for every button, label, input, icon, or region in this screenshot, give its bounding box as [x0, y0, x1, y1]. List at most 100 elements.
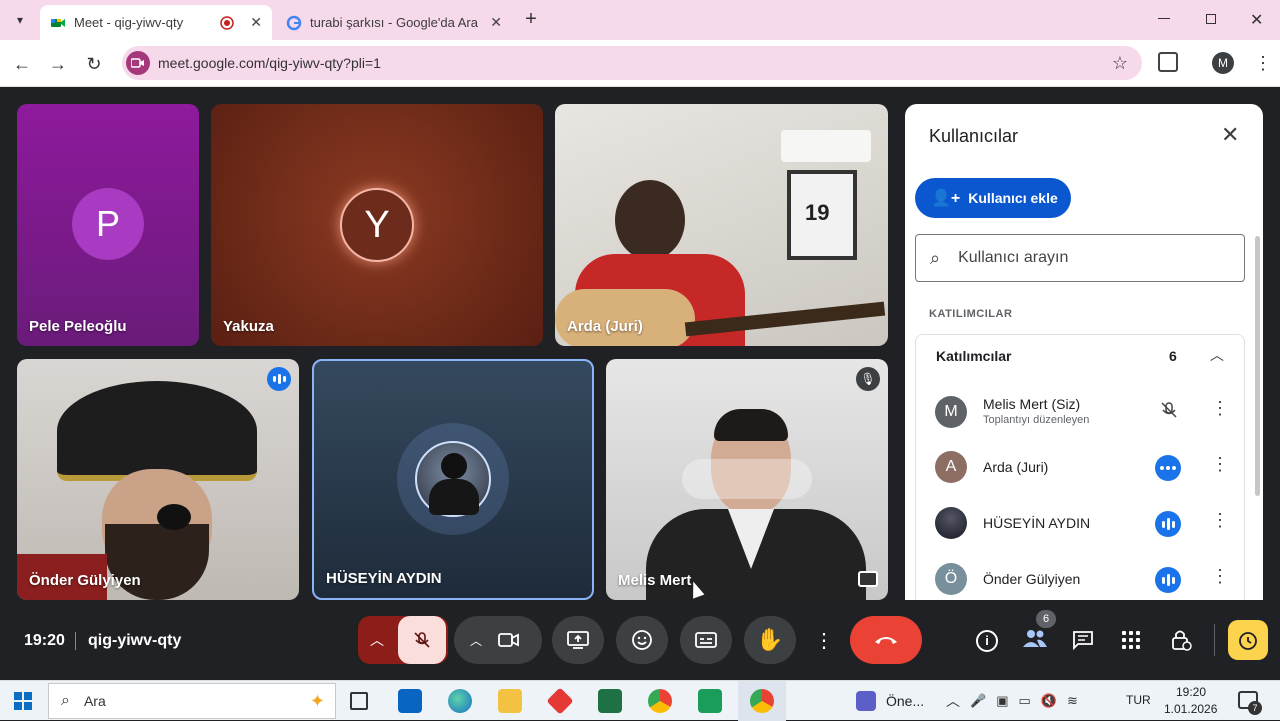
captions-button[interactable] — [680, 616, 732, 664]
hand-icon: ✋ — [756, 627, 784, 652]
mic-toggle-button[interactable] — [398, 616, 446, 664]
group-header[interactable]: Katılımcılar 6 ︿ — [916, 335, 1246, 377]
edge-icon[interactable] — [448, 689, 472, 713]
address-toolbar: ← → ↻ meet.google.com/qig-yiwv-qty?pli=1… — [0, 40, 1280, 87]
eyepatch — [157, 504, 191, 530]
outlook-icon[interactable] — [398, 689, 422, 713]
clock-time[interactable]: 19:20 — [1176, 685, 1206, 699]
more-options-button[interactable]: ⋮ — [808, 616, 840, 664]
participant-name: Önder Gülyiyen — [983, 571, 1081, 587]
tab-google-search[interactable]: turabi şarkısı - Google'da Ara ✕ — [276, 5, 512, 40]
add-people-button[interactable]: 👤+ Kullanıcı ekle — [915, 178, 1071, 218]
people-search-input[interactable]: ⌕ Kullanıcı arayın — [915, 234, 1245, 282]
extensions-icon[interactable] — [1158, 52, 1178, 72]
close-window-icon[interactable]: ✕ — [1250, 10, 1263, 30]
tab-title: turabi şarkısı - Google'da Ara — [310, 15, 478, 30]
task-view-icon[interactable] — [350, 692, 368, 710]
profile-avatar[interactable]: M — [1212, 52, 1234, 74]
more-options-icon[interactable]: ⋮ — [1211, 566, 1229, 587]
leave-call-button[interactable] — [850, 616, 922, 664]
participant-row[interactable]: HÜSEYİN AYDIN ⋮ — [915, 496, 1245, 550]
camera-site-icon[interactable] — [126, 51, 150, 75]
address-bar[interactable]: meet.google.com/qig-yiwv-qty?pli=1 ☆ — [122, 46, 1142, 80]
tile-name: Melis Mert — [618, 572, 692, 589]
tab-search-button[interactable]: ▾ — [8, 8, 32, 32]
add-people-label: Kullanıcı ekle — [968, 190, 1058, 206]
reactions-button[interactable] — [616, 616, 668, 664]
people-count-badge: 6 — [1036, 610, 1056, 628]
tile-hover-controls[interactable] — [682, 459, 812, 499]
participant-row[interactable]: A Arda (Juri) ⋮ — [915, 440, 1245, 494]
participant-tile-onder[interactable]: Önder Gülyiyen — [17, 359, 299, 600]
participant-tile-arda[interactable]: 19 Arda (Juri) — [555, 104, 888, 346]
forward-icon[interactable]: → — [44, 50, 72, 78]
participant-tile-huseyin[interactable]: HÜSEYİN AYDIN — [312, 359, 594, 600]
raise-hand-button[interactable]: ✋ — [744, 616, 796, 664]
tile-name: Yakuza — [223, 318, 274, 335]
present-screen-button[interactable] — [552, 616, 604, 664]
section-label: KATILIMCILAR — [929, 308, 1013, 320]
chevron-down-icon: ▾ — [16, 13, 24, 27]
taskbar-search-box[interactable]: ⌕ Ara ✦ — [48, 683, 336, 719]
tile-name: Pele Peleoğlu — [29, 318, 127, 335]
tab-title: Meet - qig-yiwv-qty — [74, 15, 184, 30]
language-indicator[interactable]: TUR — [1126, 693, 1151, 707]
participant-tile-melis[interactable]: 🎙 Melis Mert — [606, 359, 888, 600]
participant-row[interactable]: M Melis Mert (Siz) Toplantıyı düzenleyen… — [915, 384, 1245, 438]
people-icon — [1023, 630, 1047, 647]
people-button[interactable] — [1022, 628, 1052, 654]
speaking-indicator-icon — [267, 367, 291, 391]
hair — [714, 409, 788, 441]
clock-date[interactable]: 1.01.2026 — [1164, 702, 1217, 716]
excel-icon[interactable] — [598, 689, 622, 713]
participant-role: Toplantıyı düzenleyen — [983, 414, 1090, 426]
anydesk-icon[interactable] — [546, 687, 574, 715]
close-tab-icon[interactable]: ✕ — [250, 14, 262, 31]
present-icon — [567, 631, 589, 649]
divider — [1214, 624, 1215, 656]
file-explorer-icon[interactable] — [498, 689, 522, 713]
captions-icon — [695, 632, 717, 648]
chevron-up-icon: ︿ — [1210, 347, 1224, 363]
meeting-details-icon[interactable]: i — [976, 630, 998, 652]
windows-start-icon[interactable] — [14, 692, 32, 710]
participant-tile-pele[interactable]: P Pele Peleoğlu — [17, 104, 199, 346]
reload-icon[interactable]: ↻ — [80, 50, 108, 78]
chrome-profile-active[interactable] — [738, 681, 786, 721]
minimize-icon[interactable] — [1158, 18, 1170, 19]
widget-label: Öne... — [886, 693, 925, 709]
chrome-icon[interactable] — [648, 689, 672, 713]
video-options-button[interactable]: ︿ — [454, 616, 542, 664]
more-options-icon[interactable]: ⋮ — [1211, 454, 1229, 475]
host-controls-icon[interactable] — [1170, 628, 1192, 652]
windows-taskbar: ⌕ Ara ✦ Öne... ︿ 🎤 ▣ ▭ 🔇 ≋ TUR 19:20 1.0… — [0, 680, 1280, 721]
participant-name: HÜSEYİN AYDIN — [983, 515, 1091, 531]
more-options-icon[interactable]: ⋮ — [1211, 398, 1229, 419]
participant-tile-yakuza[interactable]: Y Yakuza — [211, 104, 543, 346]
pip-icon[interactable] — [858, 571, 878, 587]
participant-name: Melis Mert (Siz) — [983, 396, 1081, 412]
more-options-icon[interactable]: ⋮ — [1211, 510, 1229, 531]
close-panel-icon[interactable]: ✕ — [1221, 122, 1239, 148]
back-icon[interactable]: ← — [8, 50, 36, 78]
panel-scrollbar[interactable] — [1255, 236, 1260, 496]
close-tab-icon[interactable]: ✕ — [490, 14, 502, 31]
browser-menu-icon[interactable]: ⋮ — [1254, 50, 1272, 76]
participant-row[interactable]: Ö Önder Gülyiyen ⋮ — [915, 552, 1245, 602]
new-tab-button[interactable]: + — [520, 8, 542, 30]
google-favicon — [286, 15, 302, 30]
star-icon[interactable]: ☆ — [1112, 53, 1128, 74]
app-icon[interactable] — [698, 689, 722, 713]
activities-icon[interactable] — [1122, 631, 1140, 649]
url-text: meet.google.com/qig-yiwv-qty?pli=1 — [158, 55, 381, 71]
restore-icon[interactable] — [1206, 14, 1216, 24]
tray-icons[interactable]: 🎤 ▣ ▭ 🔇 ≋ — [970, 693, 1078, 709]
chat-icon[interactable] — [1072, 630, 1094, 651]
framed-jersey: 19 — [787, 170, 857, 260]
chevron-up-icon: ︿ — [470, 633, 483, 648]
tray-chevron-icon[interactable]: ︿ — [946, 691, 960, 711]
tab-meet[interactable]: Meet - qig-yiwv-qty ✕ — [40, 5, 272, 40]
weather-widget[interactable]: Öne... — [856, 691, 924, 711]
timer-button[interactable] — [1228, 620, 1268, 660]
google-meet-favicon — [51, 18, 65, 27]
